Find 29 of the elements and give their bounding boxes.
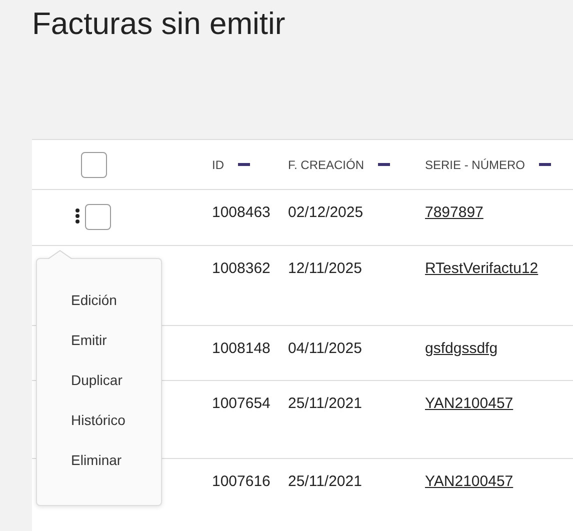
table-cell: 25/11/2021	[288, 473, 362, 490]
menu-item[interactable]: Edición	[71, 291, 161, 310]
invoice-link[interactable]: YAN2100457	[425, 473, 514, 490]
table-cell: 1008463	[212, 204, 270, 221]
invoice-link[interactable]: RTestVerifactu12	[425, 260, 538, 277]
menu-item[interactable]: Histórico	[71, 411, 161, 430]
select-all-checkbox[interactable]	[81, 152, 107, 178]
more-options-icon[interactable]	[75, 208, 80, 224]
sort-icon[interactable]	[539, 163, 552, 166]
invoice-link[interactable]: gsfdgssdfg	[425, 340, 498, 357]
column-header[interactable]: ID	[212, 158, 224, 172]
table-cell: 1008148	[212, 340, 270, 357]
column-header[interactable]: SERIE - NÚMERO	[425, 158, 526, 172]
menu-item[interactable]: Duplicar	[71, 371, 161, 390]
menu-item[interactable]: Eliminar	[71, 451, 161, 470]
table-cell: 04/11/2025	[288, 340, 362, 357]
menu-item[interactable]: Emitir	[71, 331, 161, 350]
invoice-link[interactable]: YAN2100457	[425, 395, 514, 412]
table-cell: 02/12/2025	[288, 204, 364, 221]
invoice-link[interactable]: 7897897	[425, 204, 484, 221]
page-title: Facturas sin emitir	[31, 5, 286, 43]
table-cell: 1007616	[212, 473, 270, 490]
table-cell: 25/11/2021	[288, 395, 362, 412]
row-checkbox[interactable]	[85, 204, 111, 230]
table-cell: 1008362	[212, 260, 270, 277]
table-cell: 12/11/2025	[288, 260, 362, 277]
column-header[interactable]: F. CREACIÓN	[288, 158, 364, 172]
sort-icon[interactable]	[378, 163, 390, 166]
table-cell: 1007654	[212, 395, 270, 412]
